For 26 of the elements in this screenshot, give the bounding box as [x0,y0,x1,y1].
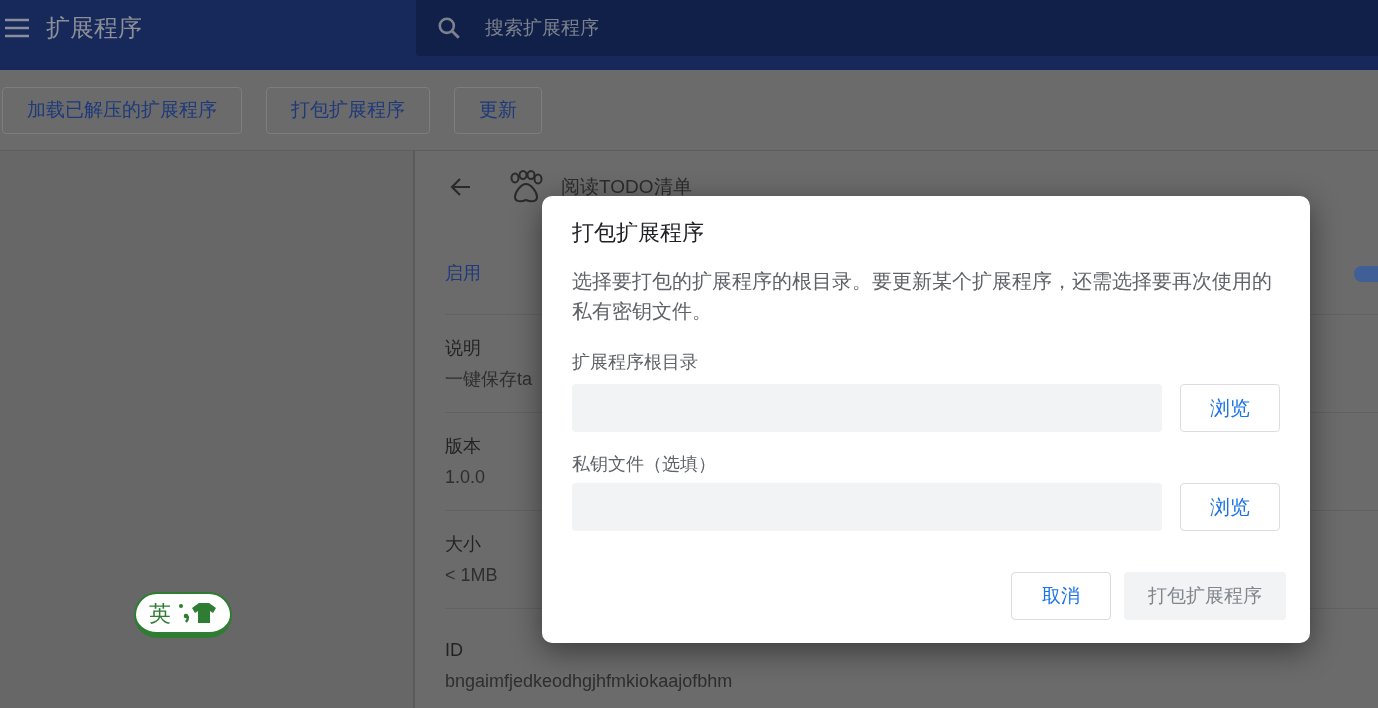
detail-label: 版本 [445,434,481,458]
search-icon [436,15,462,41]
field-label: 扩展程序根目录 [572,351,698,374]
detail-value: 1.0.0 [445,465,486,489]
shirt-icon [191,602,217,624]
extension-name: 阅读TODO清单 [561,174,692,199]
field-label: 私钥文件（选填） [572,453,716,476]
punctuation-icon [177,602,191,624]
dialog-title: 打包扩展程序 [572,219,704,247]
search-field[interactable]: 搜索扩展程序 [416,0,1378,56]
page-title: 扩展程序 [46,13,142,43]
dialog-description: 选择要打包的扩展程序的根目录。要更新某个扩展程序，还需选择要再次使用的私有密钥文件。 [572,269,1273,324]
ime-mode: 英 [149,599,171,628]
menu-icon[interactable] [4,18,30,38]
detail-label: 大小 [445,532,481,556]
detail-label: ID [445,639,463,662]
cancel-button[interactable]: 取消 [1011,572,1111,620]
back-arrow-icon[interactable] [449,177,471,197]
enable-label: 启用 [445,262,481,285]
browse-button[interactable]: 浏览 [1180,384,1280,432]
detail-label: 说明 [445,336,481,360]
browse-button[interactable]: 浏览 [1180,483,1280,531]
toggle-switch[interactable] [1354,265,1378,282]
detail-value: bngaimfjedkeodhgjhfmkiokaajofbhm [445,670,733,693]
ime-indicator[interactable]: 英 [134,592,232,638]
detail-value: < 1MB [445,563,498,587]
